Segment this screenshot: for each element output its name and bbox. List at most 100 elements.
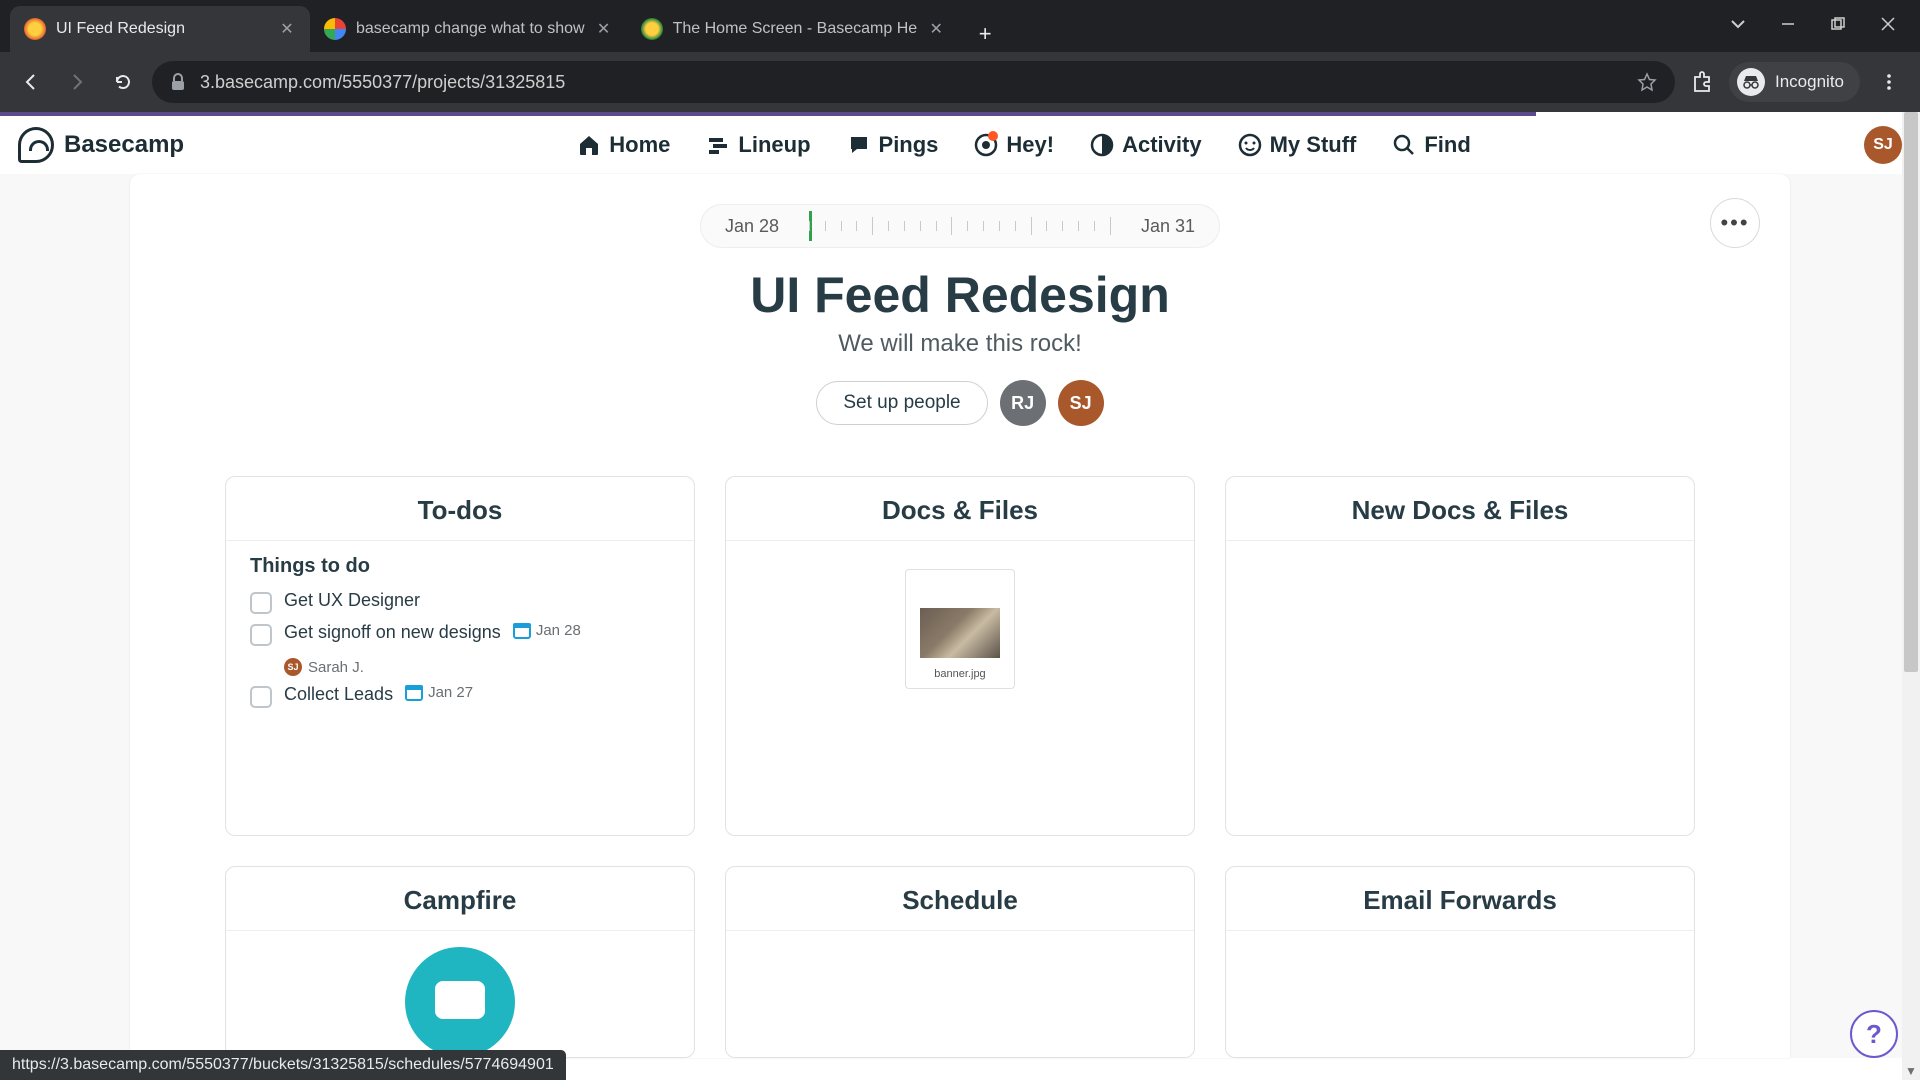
file-thumbnail[interactable]: banner.jpg	[905, 569, 1015, 689]
search-icon	[1392, 133, 1416, 157]
mystuff-icon	[1238, 133, 1262, 157]
calendar-icon	[513, 623, 531, 639]
forward-button[interactable]	[60, 65, 94, 99]
tab-search-icon[interactable]	[1728, 14, 1748, 34]
tab-strip: UI Feed Redesign ✕ basecamp change what …	[0, 0, 1920, 52]
home-icon	[577, 133, 601, 157]
people-row: Set up people RJ SJ	[130, 380, 1790, 426]
card-title: To-dos	[226, 477, 694, 541]
todo-item[interactable]: Collect Leads Jan 27	[250, 680, 670, 712]
card-todos[interactable]: To-dos Things to do Get UX Designer Get …	[225, 476, 695, 836]
file-name: banner.jpg	[914, 668, 1006, 680]
close-icon[interactable]: ✕	[278, 20, 296, 38]
checkbox-icon[interactable]	[250, 624, 272, 646]
favicon-icon	[324, 18, 346, 40]
hey-icon	[974, 133, 998, 157]
todo-item[interactable]: Get UX Designer	[250, 586, 670, 618]
timeline-start: Jan 28	[725, 216, 779, 237]
maximize-icon[interactable]	[1828, 14, 1848, 34]
close-icon[interactable]: ✕	[927, 20, 945, 38]
scroll-down-icon[interactable]: ▼	[1902, 1062, 1920, 1080]
tab-title: UI Feed Redesign	[56, 20, 268, 38]
logo-text: Basecamp	[64, 131, 184, 159]
nav-pings[interactable]: Pings	[847, 132, 939, 158]
main-nav: Home Lineup Pings Hey! Activity My Stuff…	[184, 132, 1864, 158]
nav-mystuff[interactable]: My Stuff	[1238, 132, 1357, 158]
bookmark-icon[interactable]	[1637, 72, 1657, 92]
nav-home[interactable]: Home	[577, 132, 670, 158]
card-title: Docs & Files	[726, 477, 1194, 541]
url-text: 3.basecamp.com/5550377/projects/31325815	[200, 72, 1623, 93]
browser-menu-icon[interactable]	[1872, 65, 1906, 99]
nav-hey[interactable]: Hey!	[974, 132, 1054, 158]
card-docs[interactable]: Docs & Files banner.jpg	[725, 476, 1195, 836]
nav-label: My Stuff	[1270, 132, 1357, 158]
nav-label: Hey!	[1006, 132, 1054, 158]
reload-button[interactable]	[106, 65, 140, 99]
logo[interactable]: Basecamp	[18, 127, 184, 163]
browser-tab[interactable]: UI Feed Redesign ✕	[10, 6, 310, 52]
favicon-icon	[24, 18, 46, 40]
logo-icon	[18, 127, 54, 163]
app-header: Basecamp Home Lineup Pings Hey! Activity…	[0, 116, 1920, 174]
nav-lineup[interactable]: Lineup	[706, 132, 810, 158]
campfire-icon	[405, 947, 515, 1057]
scrollbar-thumb[interactable]	[1904, 112, 1918, 672]
checkbox-icon[interactable]	[250, 686, 272, 708]
project-tagline: We will make this rock!	[130, 330, 1790, 358]
scrollbar[interactable]: ▼	[1902, 112, 1920, 1080]
new-tab-button[interactable]: +	[967, 16, 1003, 52]
browser-toolbar: 3.basecamp.com/5550377/projects/31325815…	[0, 52, 1920, 112]
project-title: UI Feed Redesign	[130, 266, 1790, 324]
todo-text: Get UX Designer	[284, 590, 420, 611]
close-window-icon[interactable]	[1878, 14, 1898, 34]
user-avatar[interactable]: SJ	[1864, 126, 1902, 164]
incognito-badge[interactable]: Incognito	[1729, 62, 1860, 102]
favicon-icon	[641, 18, 663, 40]
browser-tab[interactable]: basecamp change what to show ✕	[310, 6, 627, 52]
nav-activity[interactable]: Activity	[1090, 132, 1201, 158]
card-email[interactable]: Email Forwards	[1225, 866, 1695, 1058]
nav-find[interactable]: Find	[1392, 132, 1470, 158]
window-controls	[1706, 0, 1920, 48]
incognito-label: Incognito	[1775, 72, 1844, 92]
browser-chrome: UI Feed Redesign ✕ basecamp change what …	[0, 0, 1920, 112]
page-wrap: ••• Jan 28 Jan 31 UI Feed Redesign We wi…	[0, 174, 1920, 1058]
card-title: New Docs & Files	[1226, 477, 1694, 541]
timeline[interactable]: Jan 28 Jan 31	[700, 204, 1220, 248]
tab-title: basecamp change what to show	[356, 20, 585, 38]
nav-label: Home	[609, 132, 670, 158]
project-sheet: ••• Jan 28 Jan 31 UI Feed Redesign We wi…	[130, 174, 1790, 1058]
close-icon[interactable]: ✕	[595, 20, 613, 38]
card-newdocs[interactable]: New Docs & Files	[1225, 476, 1695, 836]
card-title: Schedule	[726, 867, 1194, 931]
tab-title: The Home Screen - Basecamp He	[673, 20, 918, 38]
card-grid: To-dos Things to do Get UX Designer Get …	[130, 476, 1790, 1058]
nav-label: Activity	[1122, 132, 1201, 158]
help-button[interactable]: ?	[1850, 1010, 1898, 1058]
nav-label: Lineup	[738, 132, 810, 158]
nav-label: Find	[1424, 132, 1470, 158]
back-button[interactable]	[14, 65, 48, 99]
timeline-ticks	[809, 214, 1111, 238]
assignee: SJSarah J.	[284, 658, 670, 676]
status-bar: https://3.basecamp.com/5550377/buckets/3…	[0, 1050, 566, 1080]
person-avatar[interactable]: RJ	[1000, 380, 1046, 426]
extensions-icon[interactable]	[1687, 67, 1717, 97]
browser-tab[interactable]: The Home Screen - Basecamp He ✕	[627, 6, 960, 52]
card-campfire[interactable]: Campfire	[225, 866, 695, 1058]
card-title: Campfire	[226, 867, 694, 931]
more-menu-button[interactable]: •••	[1710, 198, 1760, 248]
todo-item[interactable]: Get signoff on new designs Jan 28 SJSara…	[250, 618, 670, 680]
address-bar[interactable]: 3.basecamp.com/5550377/projects/31325815	[152, 61, 1675, 103]
minimize-icon[interactable]	[1778, 14, 1798, 34]
card-title: Email Forwards	[1226, 867, 1694, 931]
checkbox-icon[interactable]	[250, 592, 272, 614]
setup-people-button[interactable]: Set up people	[816, 381, 987, 425]
calendar-icon	[405, 685, 423, 701]
mini-avatar-icon: SJ	[284, 658, 302, 676]
person-avatar[interactable]: SJ	[1058, 380, 1104, 426]
timeline-end: Jan 31	[1141, 216, 1195, 237]
due-date: Jan 28	[513, 622, 581, 639]
card-schedule[interactable]: Schedule	[725, 866, 1195, 1058]
